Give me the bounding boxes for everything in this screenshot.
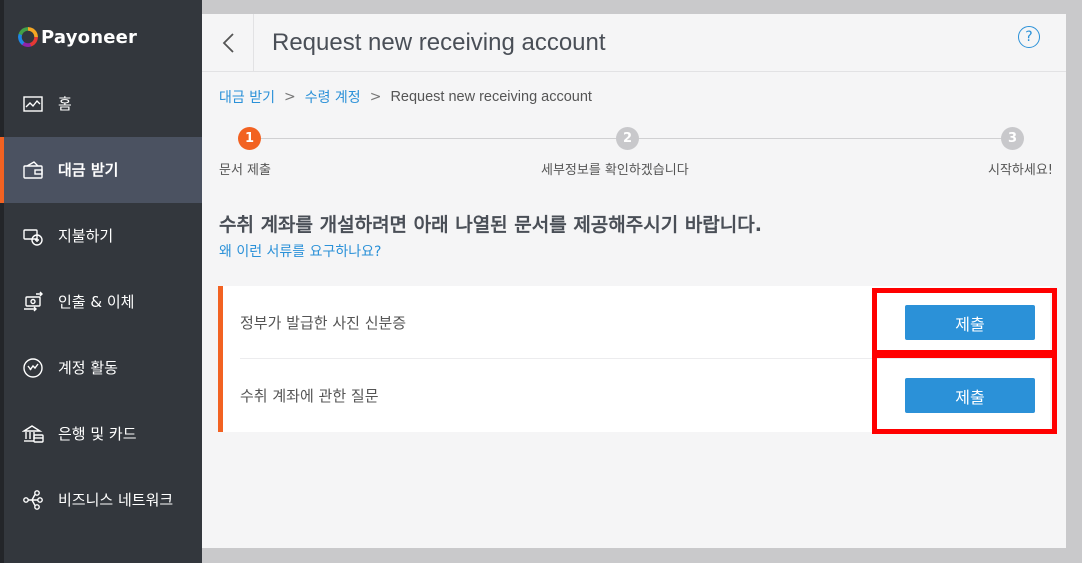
step-3-label: 시작하세요! xyxy=(987,163,1053,178)
sidebar-item-label: 계정 활동 xyxy=(58,359,118,377)
chart-icon xyxy=(22,93,44,115)
step-2-marker: 2 xyxy=(616,127,639,150)
breadcrumb-separator: > xyxy=(369,89,382,105)
step-1-marker: 1 xyxy=(238,127,261,150)
sidebar-item-label: 비즈니스 네트워크 xyxy=(58,491,174,509)
main-panel: Request new receiving account ? 대금 받기 > … xyxy=(202,13,1066,548)
page-header: Request new receiving account ? xyxy=(202,13,1066,72)
sidebar: Payoneer 홈 대금 받기 지불하기 인출 & 이체 계정 활동 은행 및… xyxy=(0,0,202,563)
wallet-icon xyxy=(22,159,44,181)
document-label: 수취 계좌에 관한 질문 xyxy=(240,387,379,405)
sidebar-item-label: 은행 및 카드 xyxy=(58,425,137,443)
pay-icon xyxy=(22,225,44,247)
sidebar-item-receive[interactable]: 대금 받기 xyxy=(0,137,202,203)
sidebar-item-bank-cards[interactable]: 은행 및 카드 xyxy=(4,401,202,467)
progress-stepper: 1 2 3 문서 제출 세부정보를 확인하겠습니다 시작하세요! xyxy=(219,126,1053,178)
network-icon xyxy=(22,489,44,511)
page-title: Request new receiving account xyxy=(272,28,606,56)
transfer-icon xyxy=(22,291,44,313)
chevron-left-icon xyxy=(222,32,234,53)
bank-icon xyxy=(22,423,44,445)
sidebar-item-withdraw[interactable]: 인출 & 이체 xyxy=(4,269,202,335)
document-label: 정부가 발급한 사진 신분증 xyxy=(240,314,407,332)
breadcrumb-separator: > xyxy=(283,89,296,105)
step-1-label: 문서 제출 xyxy=(219,163,271,178)
sidebar-item-label: 인출 & 이체 xyxy=(58,293,135,311)
brand-name: Payoneer xyxy=(41,26,138,48)
sidebar-item-activity[interactable]: 계정 활동 xyxy=(4,335,202,401)
why-documents-link[interactable]: 왜 이런 서류를 요구하나요? xyxy=(219,241,381,261)
step-2-label: 세부정보를 확인하겠습니다 xyxy=(541,163,689,178)
question-icon: ? xyxy=(1025,29,1033,45)
breadcrumb-link-receive[interactable]: 대금 받기 xyxy=(219,87,275,107)
breadcrumb: 대금 받기 > 수령 계정 > Request new receiving ac… xyxy=(219,87,592,107)
highlight-box xyxy=(872,353,1057,434)
documents-heading: 수취 계좌를 개설하려면 아래 나열된 문서를 제공해주시기 바랍니다. xyxy=(219,214,762,236)
sidebar-item-label: 지불하기 xyxy=(58,227,114,245)
sidebar-item-home[interactable]: 홈 xyxy=(4,71,202,137)
logo-ring-icon xyxy=(18,27,38,47)
sidebar-item-label: 홈 xyxy=(58,95,72,113)
breadcrumb-link-receiving-accounts[interactable]: 수령 계정 xyxy=(305,87,361,107)
sidebar-item-business-network[interactable]: 비즈니스 네트워크 xyxy=(4,467,202,533)
payoneer-logo[interactable]: Payoneer xyxy=(18,24,137,50)
step-3-marker: 3 xyxy=(1001,127,1024,150)
breadcrumb-current: Request new receiving account xyxy=(390,89,592,105)
sidebar-item-pay[interactable]: 지불하기 xyxy=(4,203,202,269)
highlight-box xyxy=(872,288,1057,355)
help-button[interactable]: ? xyxy=(1018,26,1040,48)
sidebar-item-label: 대금 받기 xyxy=(58,161,119,179)
back-button[interactable] xyxy=(202,13,254,72)
activity-icon xyxy=(22,357,44,379)
